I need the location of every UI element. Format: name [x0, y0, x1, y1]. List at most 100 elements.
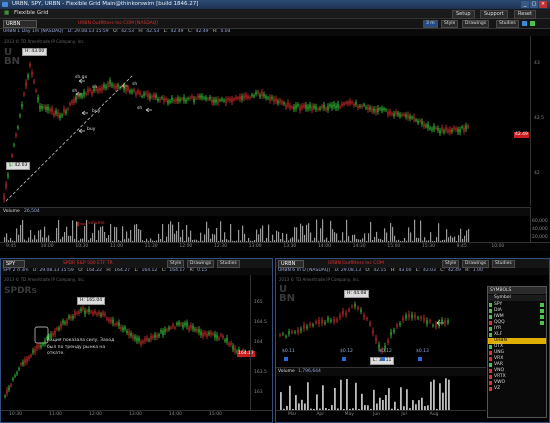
dividend-icon[interactable]	[342, 357, 346, 361]
candle-body	[327, 317, 329, 321]
main-price-axis[interactable]: 43 42.5 42	[530, 36, 550, 206]
status-icon	[489, 369, 492, 373]
volume-bar	[6, 233, 8, 242]
urbn-daily-price-panel[interactable]: 2013 © TD Ameritrade IP Company, Inc. UB…	[276, 275, 486, 367]
urbn-daily-drawings-button[interactable]: Drawings	[462, 260, 490, 268]
volume-bar	[102, 226, 104, 242]
volume-bar	[414, 219, 416, 242]
volume-bar	[410, 232, 412, 242]
trend-line[interactable]	[5, 75, 133, 202]
close-icon[interactable]: ×	[539, 1, 547, 8]
candle-body	[402, 317, 404, 321]
candle-body	[92, 312, 94, 315]
candle-body	[444, 320, 446, 325]
urbn-daily-volume-panel[interactable]	[276, 375, 486, 410]
time-axis-tick: 13:30	[283, 244, 297, 249]
volume-arrow-shape	[75, 221, 86, 227]
spy-style-button[interactable]: Style	[167, 260, 185, 268]
main-style-button[interactable]: Style	[441, 20, 459, 28]
spy-symbol-input[interactable]: SPY	[3, 260, 25, 268]
spy-price-axis[interactable]: 165 164.5 164 163.5 163	[250, 275, 273, 410]
candle-body	[343, 103, 345, 105]
main-time-axis[interactable]: 9:45 10:00 10:30 11:00 11:30 12:00 12:30 13:00 1…	[0, 242, 550, 251]
main-timeframe-button[interactable]: 3 m	[423, 20, 438, 28]
spy-info-c-label: C:	[161, 268, 167, 273]
urbn-daily-info-o: 42.15	[373, 268, 387, 273]
candle-body	[104, 313, 106, 316]
main-price-panel[interactable]: 2013 © TD Ameritrade IP Company, Inc. UB…	[0, 36, 530, 206]
reset-button[interactable]: Reset	[514, 10, 536, 19]
watchlist-symbol: VRX	[494, 356, 504, 361]
urbn-daily-description: URBN Outfitters Inc COM	[328, 261, 384, 266]
volume-bar	[122, 226, 124, 242]
watchlist-symbol: XLF	[494, 332, 503, 337]
main-volume-panel[interactable]: volume	[0, 216, 530, 242]
minimize-icon[interactable]: _	[521, 1, 529, 8]
spy-drawings-button[interactable]: Drawings	[187, 260, 215, 268]
volume-bar	[92, 233, 94, 242]
main-studies-button[interactable]: Studies	[496, 20, 519, 28]
urbn-daily-style-button[interactable]: Style	[442, 260, 460, 268]
urbn-daily-time-axis[interactable]: Mar Apr May Jun Jul Aug	[276, 410, 486, 423]
watchlist-header[interactable]: Symbol	[488, 295, 546, 301]
volume-bar	[298, 403, 300, 410]
candle-body	[22, 361, 24, 365]
dividend-icon[interactable]	[284, 357, 288, 361]
candle-body	[169, 100, 171, 103]
main-info-l: 42.49	[170, 29, 184, 34]
main-link-icon[interactable]	[530, 21, 535, 26]
setup-button[interactable]: Setup	[452, 10, 475, 19]
candle-body	[54, 330, 56, 335]
volume-bar	[286, 233, 288, 242]
main-symbol-input[interactable]: URBN	[3, 20, 37, 28]
spy-studies-button[interactable]: Studies	[217, 260, 240, 268]
spy-price-panel[interactable]: 2013 © TD Ameritrade IP Company, Inc. SP…	[1, 275, 255, 410]
candle-body	[327, 106, 329, 110]
dividend-icon[interactable]	[418, 357, 422, 361]
volume-bar	[224, 232, 226, 242]
candle-body	[212, 333, 214, 335]
main-settings-icon[interactable]	[522, 21, 527, 26]
menubar-title[interactable]: Flexible Grid	[14, 10, 48, 16]
volume-bar	[379, 397, 381, 410]
candle-body	[18, 368, 20, 370]
candle-body	[395, 111, 397, 115]
watchlist-symbol: VNQ	[494, 368, 504, 373]
support-button[interactable]: Support	[480, 10, 508, 19]
spy-time-axis[interactable]: 10:30 11:00 12:00 13:00 14:00 15:00	[1, 410, 272, 423]
candle-body	[105, 85, 107, 89]
candle-body	[77, 95, 79, 98]
candle-body	[282, 333, 284, 335]
candle-body	[179, 98, 181, 102]
candle-body	[447, 129, 449, 133]
urbn-daily-studies-button[interactable]: Studies	[492, 260, 515, 268]
candle-body	[151, 95, 153, 98]
volume-bar	[420, 220, 422, 242]
maximize-icon[interactable]: ▢	[530, 1, 538, 8]
volume-bar	[260, 228, 262, 242]
candle-body	[389, 111, 391, 115]
candle-body	[321, 105, 323, 108]
candle-body	[420, 317, 422, 320]
dividend-icon[interactable]	[381, 357, 385, 361]
candle-body	[58, 327, 60, 330]
candle-body	[131, 90, 133, 93]
candle-body	[333, 318, 335, 323]
main-drawings-button[interactable]: Drawings	[462, 20, 490, 28]
volume-bar	[332, 229, 334, 242]
candle-body	[367, 106, 369, 110]
candle-body	[363, 104, 365, 106]
candle-body	[204, 332, 206, 335]
candle-body	[353, 104, 355, 106]
candle-body	[445, 127, 447, 131]
urbn-daily-symbol-input[interactable]: URBN	[278, 260, 304, 268]
urbn-daily-info-l: 42.03	[422, 268, 436, 273]
candle-body	[126, 330, 128, 334]
candle-body	[273, 98, 275, 102]
candle-body	[429, 127, 431, 129]
status-icon	[489, 351, 492, 355]
watchlist-row-vz[interactable]: VZ	[488, 386, 546, 392]
spy-highlight-rect[interactable]	[34, 326, 49, 344]
candle-body	[315, 321, 317, 323]
candle-body	[10, 384, 12, 387]
